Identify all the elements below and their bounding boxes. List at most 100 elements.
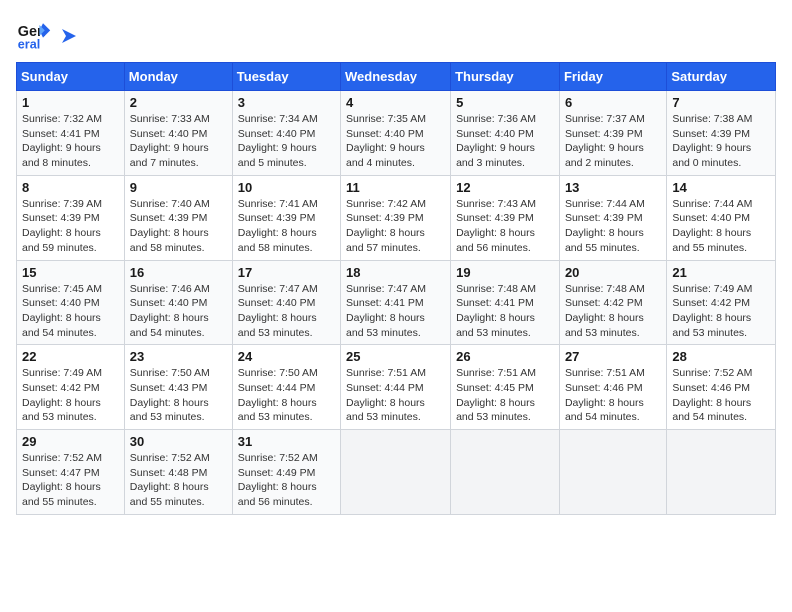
day-number: 24 (238, 349, 335, 364)
day-number: 31 (238, 434, 335, 449)
weekday-header-wednesday: Wednesday (341, 63, 451, 91)
svg-text:eral: eral (18, 37, 40, 51)
weekday-header-thursday: Thursday (451, 63, 560, 91)
day-number: 11 (346, 180, 445, 195)
calendar-cell: 12 Sunrise: 7:43 AM Sunset: 4:39 PM Dayl… (451, 175, 560, 260)
day-number: 13 (565, 180, 661, 195)
page-header: Gen eral (16, 16, 776, 52)
calendar-header-row: SundayMondayTuesdayWednesdayThursdayFrid… (17, 63, 776, 91)
day-info: Sunrise: 7:47 AM Sunset: 4:41 PM Dayligh… (346, 282, 445, 341)
day-info: Sunrise: 7:51 AM Sunset: 4:44 PM Dayligh… (346, 366, 445, 425)
day-info: Sunrise: 7:49 AM Sunset: 4:42 PM Dayligh… (22, 366, 119, 425)
day-info: Sunrise: 7:52 AM Sunset: 4:47 PM Dayligh… (22, 451, 119, 510)
calendar-cell: 30 Sunrise: 7:52 AM Sunset: 4:48 PM Dayl… (124, 430, 232, 515)
calendar-cell: 17 Sunrise: 7:47 AM Sunset: 4:40 PM Dayl… (232, 260, 340, 345)
day-info: Sunrise: 7:52 AM Sunset: 4:46 PM Dayligh… (672, 366, 770, 425)
day-number: 30 (130, 434, 227, 449)
day-number: 14 (672, 180, 770, 195)
day-number: 4 (346, 95, 445, 110)
day-info: Sunrise: 7:44 AM Sunset: 4:39 PM Dayligh… (565, 197, 661, 256)
calendar-cell (667, 430, 776, 515)
day-info: Sunrise: 7:36 AM Sunset: 4:40 PM Dayligh… (456, 112, 554, 171)
day-info: Sunrise: 7:41 AM Sunset: 4:39 PM Dayligh… (238, 197, 335, 256)
day-number: 7 (672, 95, 770, 110)
calendar-cell: 15 Sunrise: 7:45 AM Sunset: 4:40 PM Dayl… (17, 260, 125, 345)
logo-icon: Gen eral (16, 16, 52, 52)
day-info: Sunrise: 7:43 AM Sunset: 4:39 PM Dayligh… (456, 197, 554, 256)
weekday-header-tuesday: Tuesday (232, 63, 340, 91)
day-info: Sunrise: 7:50 AM Sunset: 4:43 PM Dayligh… (130, 366, 227, 425)
calendar-cell: 11 Sunrise: 7:42 AM Sunset: 4:39 PM Dayl… (341, 175, 451, 260)
calendar-cell: 22 Sunrise: 7:49 AM Sunset: 4:42 PM Dayl… (17, 345, 125, 430)
calendar-cell: 26 Sunrise: 7:51 AM Sunset: 4:45 PM Dayl… (451, 345, 560, 430)
calendar-cell: 4 Sunrise: 7:35 AM Sunset: 4:40 PM Dayli… (341, 91, 451, 176)
calendar-table: SundayMondayTuesdayWednesdayThursdayFrid… (16, 62, 776, 515)
day-number: 10 (238, 180, 335, 195)
day-number: 9 (130, 180, 227, 195)
logo-arrow-icon (58, 25, 80, 47)
calendar-week-row: 29 Sunrise: 7:52 AM Sunset: 4:47 PM Dayl… (17, 430, 776, 515)
day-info: Sunrise: 7:46 AM Sunset: 4:40 PM Dayligh… (130, 282, 227, 341)
day-number: 12 (456, 180, 554, 195)
day-info: Sunrise: 7:52 AM Sunset: 4:49 PM Dayligh… (238, 451, 335, 510)
calendar-cell: 6 Sunrise: 7:37 AM Sunset: 4:39 PM Dayli… (559, 91, 666, 176)
day-number: 8 (22, 180, 119, 195)
calendar-cell: 20 Sunrise: 7:48 AM Sunset: 4:42 PM Dayl… (559, 260, 666, 345)
day-info: Sunrise: 7:32 AM Sunset: 4:41 PM Dayligh… (22, 112, 119, 171)
day-number: 15 (22, 265, 119, 280)
calendar-cell: 13 Sunrise: 7:44 AM Sunset: 4:39 PM Dayl… (559, 175, 666, 260)
day-info: Sunrise: 7:49 AM Sunset: 4:42 PM Dayligh… (672, 282, 770, 341)
calendar-cell: 27 Sunrise: 7:51 AM Sunset: 4:46 PM Dayl… (559, 345, 666, 430)
calendar-cell (451, 430, 560, 515)
calendar-cell: 8 Sunrise: 7:39 AM Sunset: 4:39 PM Dayli… (17, 175, 125, 260)
calendar-week-row: 22 Sunrise: 7:49 AM Sunset: 4:42 PM Dayl… (17, 345, 776, 430)
day-number: 22 (22, 349, 119, 364)
calendar-cell (341, 430, 451, 515)
weekday-header-saturday: Saturday (667, 63, 776, 91)
day-info: Sunrise: 7:50 AM Sunset: 4:44 PM Dayligh… (238, 366, 335, 425)
day-number: 21 (672, 265, 770, 280)
calendar-cell: 16 Sunrise: 7:46 AM Sunset: 4:40 PM Dayl… (124, 260, 232, 345)
logo: Gen eral (16, 16, 80, 52)
day-number: 16 (130, 265, 227, 280)
calendar-cell: 5 Sunrise: 7:36 AM Sunset: 4:40 PM Dayli… (451, 91, 560, 176)
day-number: 1 (22, 95, 119, 110)
day-info: Sunrise: 7:35 AM Sunset: 4:40 PM Dayligh… (346, 112, 445, 171)
calendar-week-row: 15 Sunrise: 7:45 AM Sunset: 4:40 PM Dayl… (17, 260, 776, 345)
calendar-cell: 25 Sunrise: 7:51 AM Sunset: 4:44 PM Dayl… (341, 345, 451, 430)
calendar-cell: 7 Sunrise: 7:38 AM Sunset: 4:39 PM Dayli… (667, 91, 776, 176)
day-number: 5 (456, 95, 554, 110)
day-number: 26 (456, 349, 554, 364)
day-number: 18 (346, 265, 445, 280)
calendar-cell: 28 Sunrise: 7:52 AM Sunset: 4:46 PM Dayl… (667, 345, 776, 430)
day-info: Sunrise: 7:51 AM Sunset: 4:45 PM Dayligh… (456, 366, 554, 425)
day-info: Sunrise: 7:51 AM Sunset: 4:46 PM Dayligh… (565, 366, 661, 425)
day-info: Sunrise: 7:38 AM Sunset: 4:39 PM Dayligh… (672, 112, 770, 171)
calendar-cell: 2 Sunrise: 7:33 AM Sunset: 4:40 PM Dayli… (124, 91, 232, 176)
calendar-cell: 29 Sunrise: 7:52 AM Sunset: 4:47 PM Dayl… (17, 430, 125, 515)
calendar-cell: 31 Sunrise: 7:52 AM Sunset: 4:49 PM Dayl… (232, 430, 340, 515)
day-number: 2 (130, 95, 227, 110)
day-number: 25 (346, 349, 445, 364)
day-number: 3 (238, 95, 335, 110)
day-info: Sunrise: 7:45 AM Sunset: 4:40 PM Dayligh… (22, 282, 119, 341)
calendar-week-row: 1 Sunrise: 7:32 AM Sunset: 4:41 PM Dayli… (17, 91, 776, 176)
weekday-header-monday: Monday (124, 63, 232, 91)
day-info: Sunrise: 7:39 AM Sunset: 4:39 PM Dayligh… (22, 197, 119, 256)
day-number: 23 (130, 349, 227, 364)
day-info: Sunrise: 7:42 AM Sunset: 4:39 PM Dayligh… (346, 197, 445, 256)
day-number: 27 (565, 349, 661, 364)
calendar-cell: 3 Sunrise: 7:34 AM Sunset: 4:40 PM Dayli… (232, 91, 340, 176)
day-info: Sunrise: 7:47 AM Sunset: 4:40 PM Dayligh… (238, 282, 335, 341)
day-number: 20 (565, 265, 661, 280)
weekday-header-sunday: Sunday (17, 63, 125, 91)
day-info: Sunrise: 7:44 AM Sunset: 4:40 PM Dayligh… (672, 197, 770, 256)
day-number: 6 (565, 95, 661, 110)
calendar-cell: 14 Sunrise: 7:44 AM Sunset: 4:40 PM Dayl… (667, 175, 776, 260)
calendar-cell: 18 Sunrise: 7:47 AM Sunset: 4:41 PM Dayl… (341, 260, 451, 345)
day-number: 28 (672, 349, 770, 364)
day-info: Sunrise: 7:48 AM Sunset: 4:41 PM Dayligh… (456, 282, 554, 341)
calendar-cell (559, 430, 666, 515)
day-info: Sunrise: 7:52 AM Sunset: 4:48 PM Dayligh… (130, 451, 227, 510)
calendar-cell: 9 Sunrise: 7:40 AM Sunset: 4:39 PM Dayli… (124, 175, 232, 260)
